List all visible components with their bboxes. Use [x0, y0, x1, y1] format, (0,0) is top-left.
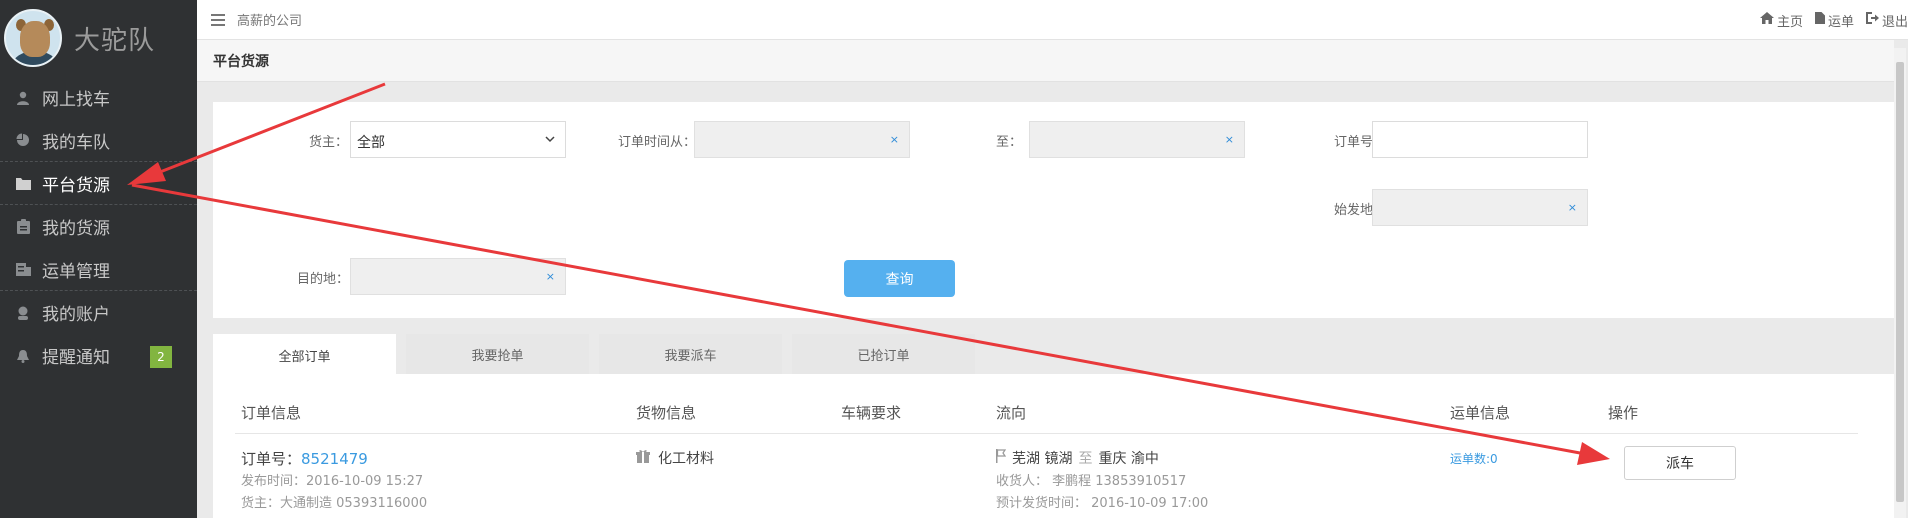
clear-icon[interactable]: × — [1225, 133, 1234, 146]
filter-panel: 货主： 全部 订单时间从： × 至： × 订单号： 始发地： × 目的地： × … — [213, 102, 1894, 318]
document-icon — [1814, 12, 1825, 28]
order-number-link[interactable]: 8521479 — [301, 450, 368, 468]
sidebar-item-waybill-management[interactable]: 运单管理 — [0, 248, 197, 291]
order-number-label: 订单号： — [241, 450, 302, 468]
sidebar-item-label: 我的账户 — [42, 305, 110, 325]
chevron-down-icon — [545, 130, 555, 152]
order-time-from-label: 订单时间从： — [618, 135, 697, 150]
gift-box-icon — [636, 449, 650, 467]
sidebar-item-label: 运单管理 — [42, 261, 110, 282]
menu-toggle-icon[interactable] — [211, 13, 225, 26]
brand-name: 大驼队 — [74, 25, 156, 56]
list-icon — [14, 260, 32, 278]
column-header-waybill-info: 运单信息 — [1450, 404, 1511, 422]
notification-count-badge: 2 — [150, 346, 172, 368]
cargo-name: 化工材料 — [658, 451, 714, 467]
top-links: 主页 运单 退出 — [1759, 0, 1908, 40]
publish-time: 发布时间：2016-10-09 15:27 — [241, 474, 424, 489]
order-tabs: 全部订单 我要抢单 我要派车 已抢订单 — [213, 334, 975, 376]
page-title: 平台货源 — [197, 40, 1894, 82]
sidebar-item-platform-cargo[interactable]: 平台货源 — [0, 162, 197, 205]
brand[interactable]: 大驼队 — [0, 0, 197, 76]
sidebar: 大驼队 网上找车 我的车队 平台货源 我的货源 运单管理 我的账户 提醒通知 2 — [0, 0, 197, 518]
column-header-flow: 流向 — [996, 404, 1027, 422]
home-link-label: 主页 — [1776, 14, 1803, 30]
cargo-cell: 化工材料 — [636, 448, 714, 468]
origin-input[interactable]: × — [1372, 189, 1588, 226]
orders-table: 订单信息 货物信息 车辆要求 流向 运单信息 操作 订单号：8521479 发布… — [213, 374, 1894, 518]
dispatch-vehicle-button[interactable]: 派车 — [1624, 446, 1736, 480]
top-bar: 高薪的公司 主页 运单 退出 — [197, 0, 1908, 40]
shipper-info: 货主：大通制造 05393116000 — [241, 496, 428, 511]
tab-all-orders[interactable]: 全部订单 — [213, 334, 396, 376]
sidebar-item-my-account[interactable]: 我的账户 — [0, 291, 197, 334]
logout-link[interactable]: 退出 — [1865, 11, 1908, 30]
tab-grabbed-orders[interactable]: 已抢订单 — [792, 334, 975, 374]
shipper-select[interactable]: 全部 — [350, 121, 566, 158]
clear-icon[interactable]: × — [546, 270, 555, 283]
main-content: 平台货源 货主： 全部 订单时间从： × 至： × 订单号： 始发地： × 目的… — [197, 40, 1894, 518]
query-button[interactable]: 查询 — [844, 260, 955, 297]
folder-icon — [14, 174, 32, 192]
header-divider — [235, 433, 1858, 434]
flag-icon — [996, 449, 1007, 467]
sidebar-item-label: 我的车队 — [42, 132, 110, 153]
order-number-input[interactable] — [1372, 121, 1588, 158]
clipboard-icon — [14, 218, 32, 236]
column-header-cargo-info: 货物信息 — [636, 404, 697, 422]
flow-from: 芜湖 镜湖 — [1012, 451, 1073, 467]
sidebar-item-find-vehicle[interactable]: 网上找车 — [0, 76, 197, 119]
home-link[interactable]: 主页 — [1759, 11, 1803, 30]
user-icon — [14, 89, 32, 107]
account-icon — [14, 304, 32, 322]
column-header-action: 操作 — [1608, 404, 1639, 422]
column-header-order-info: 订单信息 — [241, 404, 302, 422]
flow-cell: 芜湖 镜湖 至 重庆 渝中 — [996, 448, 1159, 468]
receiver-info: 收货人： 李鹏程 13853910517 — [996, 474, 1187, 489]
shipper-label: 货主： — [309, 135, 349, 150]
home-icon — [1759, 12, 1774, 28]
sidebar-item-label: 我的货源 — [42, 219, 110, 239]
camel-avatar-logo — [4, 9, 62, 67]
destination-input[interactable]: × — [350, 258, 566, 295]
waybill-link-label: 运单 — [1827, 14, 1854, 30]
scrollbar-thumb[interactable] — [1896, 62, 1904, 502]
order-time-from-input[interactable]: × — [694, 121, 910, 158]
destination-label: 目的地： — [297, 272, 350, 287]
order-time-to-input[interactable]: × — [1029, 121, 1245, 158]
tab-dispatch-vehicle[interactable]: 我要派车 — [599, 334, 782, 374]
sidebar-item-label: 提醒通知 — [42, 348, 110, 368]
sidebar-item-notifications[interactable]: 提醒通知 2 — [0, 334, 197, 377]
order-number-cell: 订单号：8521479 — [241, 448, 368, 469]
column-header-vehicle-requirements: 车辆要求 — [841, 404, 902, 422]
expected-ship-time: 预计发货时间： 2016-10-09 17:00 — [996, 496, 1209, 511]
sidebar-item-my-cargo[interactable]: 我的货源 — [0, 205, 197, 248]
sidebar-item-label: 平台货源 — [42, 175, 110, 196]
clear-icon[interactable]: × — [890, 133, 899, 146]
sidebar-item-label: 网上找车 — [42, 90, 110, 110]
bell-icon — [14, 347, 32, 365]
flow-to: 重庆 渝中 — [1098, 451, 1159, 467]
waybill-count-link[interactable]: 运单数:0 — [1450, 450, 1498, 467]
sidebar-nav: 网上找车 我的车队 平台货源 我的货源 运单管理 我的账户 提醒通知 2 — [0, 76, 197, 377]
logout-link-label: 退出 — [1881, 14, 1908, 30]
to-date-label: 至： — [996, 135, 1023, 150]
flow-to-word: 至 — [1078, 451, 1093, 467]
waybill-link[interactable]: 运单 — [1814, 11, 1854, 30]
pie-chart-icon — [14, 131, 32, 149]
page-scrollbar[interactable] — [1894, 48, 1906, 518]
company-name: 高薪的公司 — [237, 14, 303, 29]
sidebar-item-my-fleet[interactable]: 我的车队 — [0, 119, 197, 162]
tab-grab-orders[interactable]: 我要抢单 — [406, 334, 589, 374]
logout-icon — [1865, 12, 1879, 28]
clear-icon[interactable]: × — [1568, 201, 1577, 214]
shipper-select-value: 全部 — [357, 135, 385, 151]
